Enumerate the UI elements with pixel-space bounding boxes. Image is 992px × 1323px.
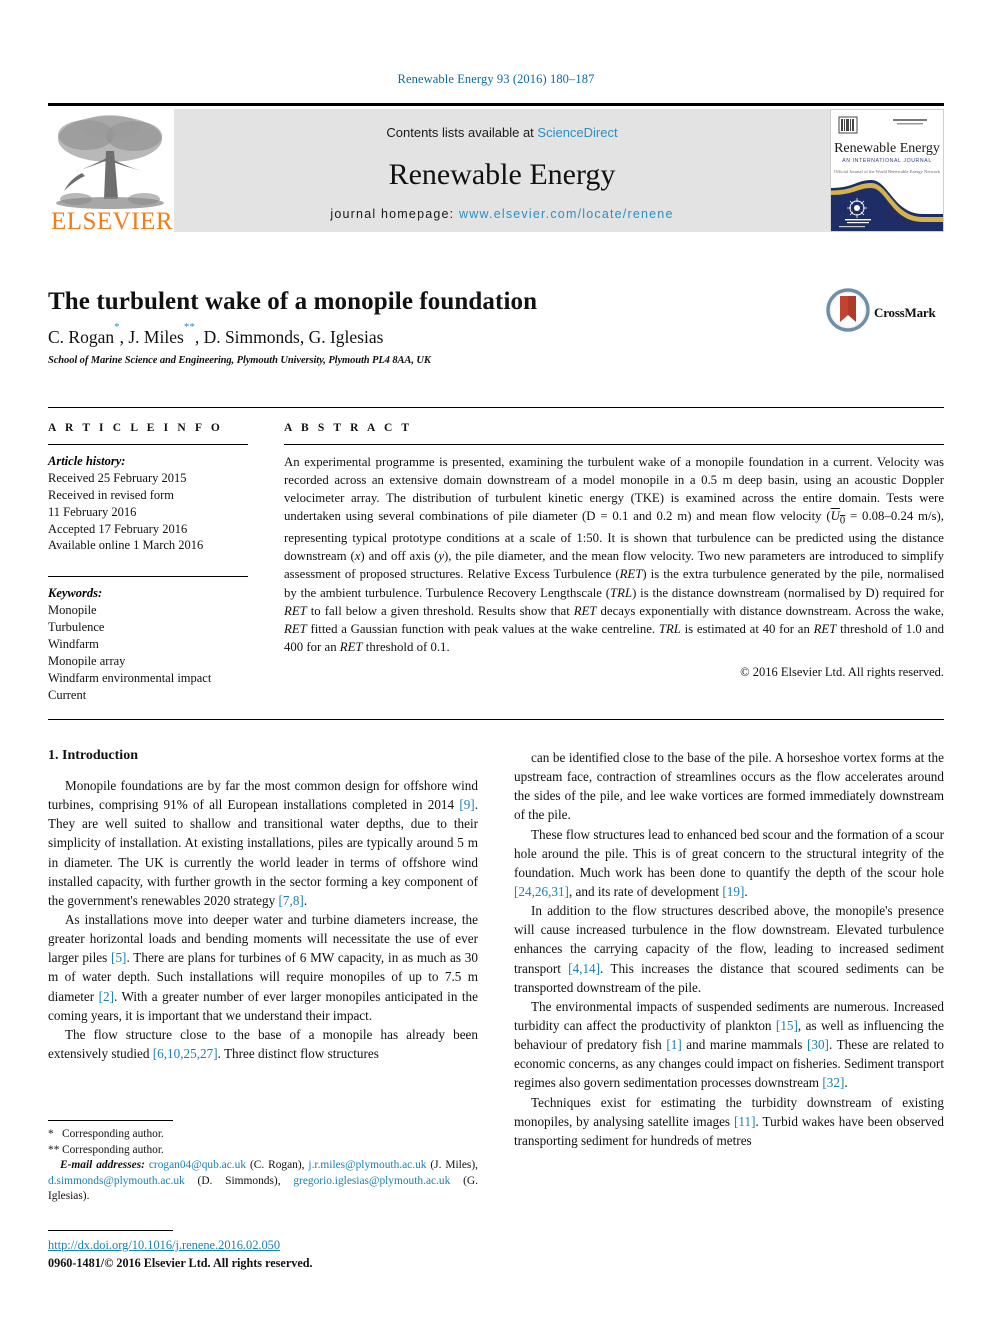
journal-homepage-line: journal homepage: www.elsevier.com/locat… (174, 207, 830, 221)
elsevier-tree-icon (56, 115, 164, 209)
footnote-block: * Corresponding author. ** Corresponding a… (48, 1120, 478, 1205)
article-history-item: 11 February 2016 (48, 504, 137, 519)
homepage-prefix: journal homepage: (330, 207, 460, 221)
divider (48, 576, 248, 578)
keyword-item: Windfarm (48, 636, 99, 651)
article-history-item: Received in revised form (48, 487, 174, 502)
abstract-column: A B S T R A C T An experimental programm… (272, 422, 944, 703)
paragraph: can be identified close to the base of t… (514, 750, 944, 823)
paragraph: In addition to the flow structures descr… (514, 903, 944, 995)
contents-prefix: Contents lists available at (386, 125, 538, 140)
journal-cover-image: Renewable Energy AN INTERNATIONAL JOURNA… (831, 110, 943, 231)
keyword-item: Windfarm environmental impact (48, 670, 212, 685)
keywords-block: Keywords: Monopile Turbulence Windfarm Mono… (48, 576, 248, 703)
sciencedirect-link[interactable]: ScienceDirect (537, 125, 617, 140)
article-history-item: Accepted 17 February 2016 (48, 521, 188, 536)
keyword-item: Monopile (48, 603, 97, 618)
contents-available-line: Contents lists available at ScienceDirec… (174, 125, 830, 140)
author-list: C. Rogan*, J. Miles**, D. Simmonds, G. I… (48, 320, 384, 347)
svg-text:AN INTERNATIONAL JOURNAL: AN INTERNATIONAL JOURNAL (842, 158, 932, 164)
svg-text:Official Journal of the World: Official Journal of the World Renewable … (834, 169, 941, 174)
elsevier-wordmark: ELSEVIER (50, 208, 174, 232)
crossmark-badge[interactable]: CrossMark (826, 288, 944, 340)
email-label: E-mail addresses: (60, 1159, 145, 1171)
page-title: The turbulent wake of a monopile foundat… (48, 288, 538, 315)
paragraph: Monopile foundations are by far the most… (48, 778, 478, 908)
article-history-list: Received 25 February 2015 Received in rev… (48, 470, 248, 554)
issn-copyright-line: 0960-1481/© 2016 Elsevier Ltd. All right… (48, 1256, 313, 1270)
keyword-item: Monopile array (48, 653, 126, 668)
affiliation: School of Marine Science and Engineering… (48, 354, 431, 366)
abstract-copyright: © 2016 Elsevier Ltd. All rights reserved… (740, 665, 944, 680)
crossmark-label: CrossMark (874, 305, 936, 320)
left-paragraphs: Monopile foundations are by far the most… (48, 776, 478, 1063)
keyword-item: Current (48, 687, 87, 702)
crossmark-icon (826, 288, 870, 332)
journal-masthead: ELSEVIER Contents lists available at Sci… (48, 103, 944, 232)
keyword-item: Turbulence (48, 620, 105, 634)
journal-article-page: Renewable Energy 93 (2016) 180–187 ELSEV… (0, 0, 992, 1323)
footnote-marker: ** (48, 1143, 60, 1156)
journal-title: Renewable Energy (388, 158, 616, 191)
article-info-column: A R T I C L E I N F O Article history: R… (48, 422, 272, 703)
keywords-label: Keywords: (48, 586, 103, 601)
footnote-marker: * (48, 1128, 54, 1140)
article-history-label: Article history: (48, 454, 126, 468)
info-abstract-panel: A R T I C L E I N F O Article history: R… (48, 407, 944, 721)
paragraph: The flow structure close to the base of … (48, 1026, 478, 1061)
body-column-right: can be identified close to the base of t… (514, 748, 944, 1150)
body-column-left: 1. Introduction Monopile foundations are… (48, 748, 478, 1150)
corresponding-author-note-1: * Corresponding author. (48, 1127, 478, 1143)
journal-homepage-link[interactable]: www.elsevier.com/locate/renene (459, 207, 674, 221)
corresponding-author-text-1: Corresponding author. (62, 1128, 164, 1140)
paragraph: These flow structures lead to enhanced b… (514, 826, 944, 899)
journal-cover-thumbnail: Renewable Energy AN INTERNATIONAL JOURNA… (830, 109, 944, 232)
article-title-block: CrossMark The turbulent wake of a monopi… (48, 288, 944, 366)
corresponding-author-text-2: Corresponding author. (62, 1143, 164, 1156)
paragraph: As installations move into deeper water … (48, 911, 478, 1023)
doi-block: http://dx.doi.org/10.1016/j.renene.2016.… (48, 1230, 478, 1271)
running-head: Renewable Energy 93 (2016) 180–187 (397, 72, 595, 86)
body-columns: 1. Introduction Monopile foundations are… (48, 748, 944, 1150)
journal-band: Contents lists available at ScienceDirec… (174, 109, 830, 232)
svg-text:Renewable Energy: Renewable Energy (834, 141, 940, 156)
paragraph: The environmental impacts of suspended s… (514, 998, 945, 1091)
keywords-list: Monopile Turbulence Windfarm Monopile array… (48, 602, 248, 703)
right-paragraphs: can be identified close to the base of t… (514, 748, 944, 1150)
paragraph: Techniques exist for estimating the turb… (514, 1094, 944, 1148)
footnote-divider (48, 1120, 173, 1121)
abstract-text: An experimental programme is presented, … (284, 455, 945, 655)
article-history-item: Received 25 February 2015 (48, 470, 187, 485)
article-history-item: Available online 1 March 2016 (48, 538, 204, 553)
divider (284, 444, 944, 445)
doi-divider (48, 1230, 173, 1231)
corresponding-author-note-2: ** Corresponding author. (48, 1143, 478, 1159)
abstract-heading: A B S T R A C T (284, 422, 413, 434)
article-info-heading: A R T I C L E I N F O (48, 422, 223, 434)
elsevier-logo: ELSEVIER (48, 109, 174, 232)
doi-link[interactable]: http://dx.doi.org/10.1016/j.renene.2016.… (48, 1238, 478, 1253)
email-addresses-note[interactable]: E-mail addresses: crogan04@qub.ac.uk (C.… (48, 1158, 478, 1205)
divider (48, 444, 248, 445)
section-heading-introduction: 1. Introduction (48, 748, 138, 763)
